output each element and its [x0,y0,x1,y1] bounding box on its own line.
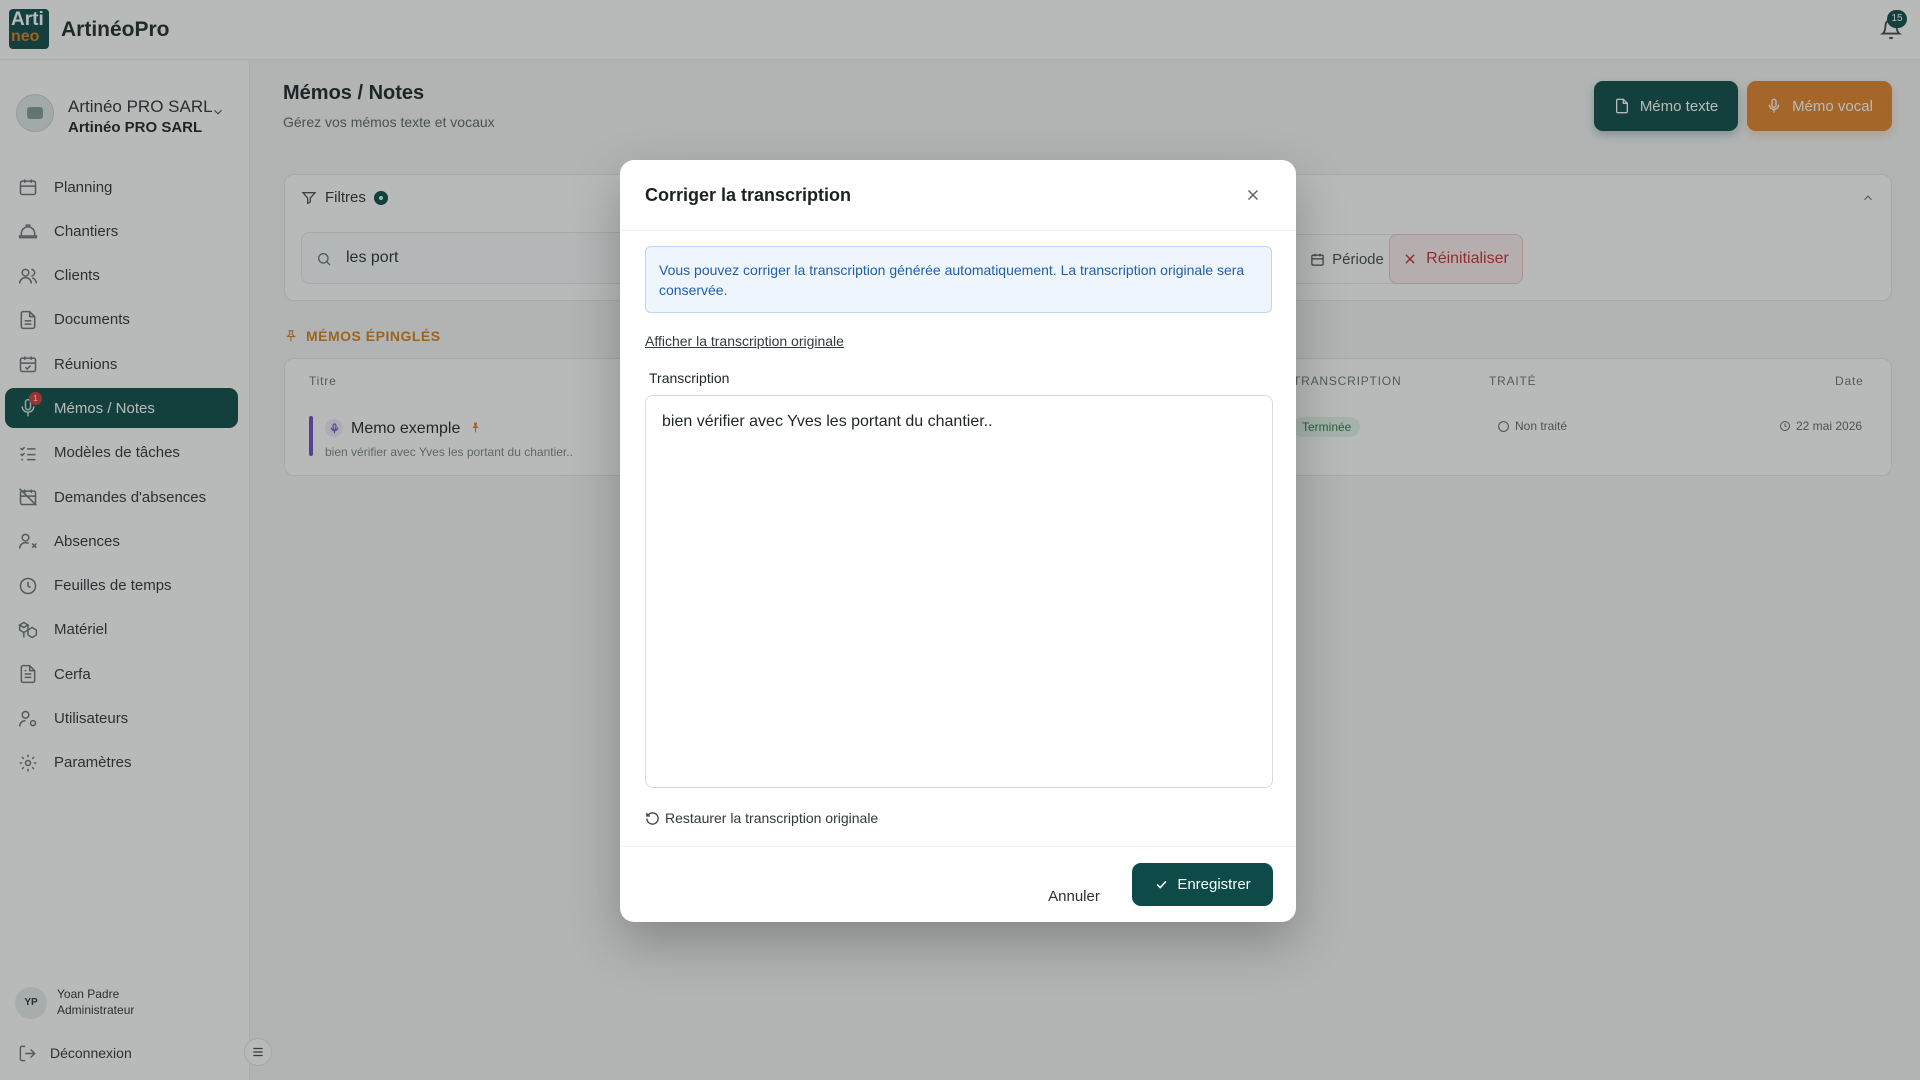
save-label: Enregistrer [1177,876,1251,893]
restore-label: Restaurer la transcription originale [665,810,879,826]
save-button[interactable]: Enregistrer [1132,863,1273,906]
dialog-title: Corriger la transcription [645,185,852,205]
restore-original-button[interactable]: Restaurer la transcription originale [645,810,878,826]
correct-transcription-dialog: Corriger la transcription Vous pouvez co… [620,160,1296,922]
rotate-ccw-icon [645,811,660,826]
divider [620,230,1296,231]
divider [620,846,1296,847]
close-icon[interactable] [1244,186,1262,204]
cancel-button[interactable]: Annuler [1028,874,1120,918]
info-message: Vous pouvez corriger la transcription gé… [645,246,1272,313]
transcription-label: Transcription [649,370,730,386]
show-original-link[interactable]: Afficher la transcription originale [645,333,844,349]
check-icon [1154,877,1169,892]
transcription-textarea[interactable]: bien vérifier avec Yves les portant du c… [645,395,1273,788]
